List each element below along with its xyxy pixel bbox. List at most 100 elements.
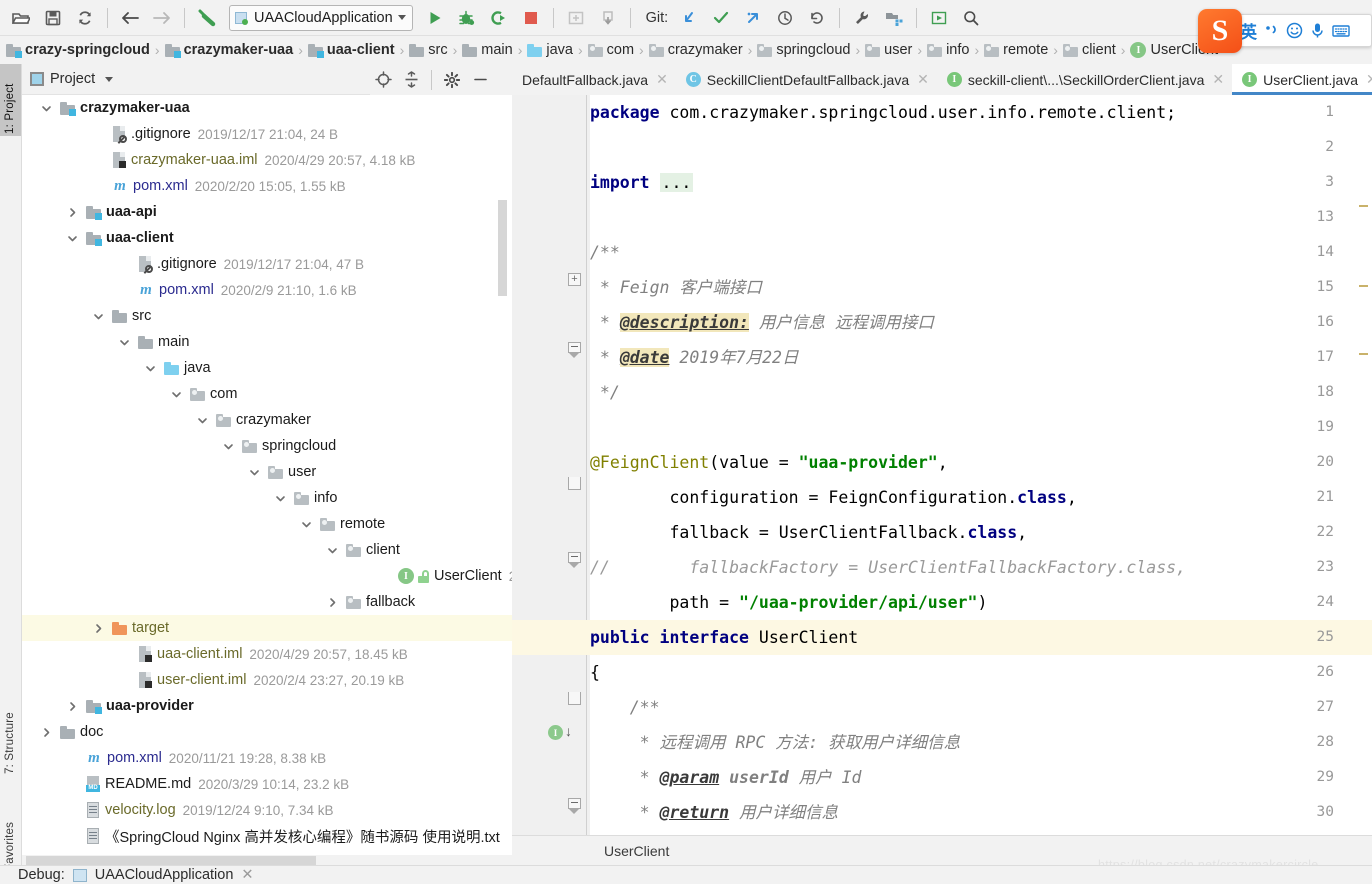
code-line[interactable]: @FeignClient(value = "uaa-provider",: [590, 445, 1372, 480]
chevron-down-icon[interactable]: [196, 414, 209, 427]
breadcrumb-item-info[interactable]: info: [927, 42, 969, 58]
fold-collapse-icon[interactable]: [568, 342, 581, 359]
forward-icon[interactable]: [147, 4, 177, 32]
sidebar-item-structure[interactable]: 7: Structure: [0, 684, 21, 776]
tree-row[interactable]: fallback: [22, 589, 512, 615]
voice-input-icon[interactable]: [1310, 22, 1325, 39]
sogou-ime-toolbar[interactable]: S 英: [1198, 9, 1372, 53]
code-line[interactable]: /**: [590, 235, 1372, 270]
build-project-icon[interactable]: [561, 4, 591, 32]
stripe-marker[interactable]: [1359, 353, 1368, 355]
tree-row[interactable]: src: [22, 303, 512, 329]
build-icon[interactable]: [192, 4, 222, 32]
tree-row[interactable]: target: [22, 615, 512, 641]
code-line[interactable]: // fallbackFactory = UserClientFallbackF…: [590, 550, 1372, 585]
search-everywhere-icon[interactable]: [956, 4, 986, 32]
git-commit-icon[interactable]: [706, 4, 736, 32]
tree-row[interactable]: info: [22, 485, 512, 511]
code-line[interactable]: * 远程调用 RPC 方法: 获取用户详细信息: [590, 725, 1372, 760]
tree-row[interactable]: crazymaker-uaa.iml 2020/4/29 20:57, 4.18 …: [22, 147, 512, 173]
code-line[interactable]: path = "/uaa-provider/api/user"): [590, 585, 1372, 620]
code-line[interactable]: public interface UserClient: [590, 620, 1372, 655]
project-tree-scrollbar[interactable]: [497, 199, 508, 297]
tree-row[interactable]: doc: [22, 719, 512, 745]
editor-tab-seckill-client-seckillorderclient-java[interactable]: Iseckill-client\...\SeckillOrderClient.j…: [937, 64, 1232, 95]
code-line[interactable]: * @param userId 用户 Id: [590, 760, 1372, 795]
code-line[interactable]: [590, 130, 1372, 165]
breadcrumb-item-client[interactable]: client: [1062, 42, 1116, 58]
debug-icon[interactable]: [452, 4, 482, 32]
breadcrumb-item-main[interactable]: main: [462, 42, 513, 58]
code-line[interactable]: [590, 410, 1372, 445]
code-line[interactable]: fallback = UserClientFallback.class,: [590, 515, 1372, 550]
code-line[interactable]: import ...: [590, 165, 1372, 200]
open-folder-icon[interactable]: [6, 4, 36, 32]
settings-wrench-icon[interactable]: [847, 4, 877, 32]
stop-icon[interactable]: [516, 4, 546, 32]
sync-icon[interactable]: [70, 4, 100, 32]
code-line[interactable]: /**: [590, 690, 1372, 725]
tree-row[interactable]: velocity.log 2019/12/24 9:10, 7.34 kB: [22, 797, 512, 823]
fold-end-icon-2[interactable]: [568, 692, 581, 705]
tree-row[interactable]: com: [22, 381, 512, 407]
stripe-marker[interactable]: [1359, 285, 1368, 287]
tree-row[interactable]: uaa-api: [22, 199, 512, 225]
tree-row[interactable]: uaa-client: [22, 225, 512, 251]
breadcrumb-item-crazymaker[interactable]: crazymaker: [648, 42, 743, 58]
tree-row[interactable]: main: [22, 329, 512, 355]
tree-row[interactable]: crazymaker-uaa: [22, 95, 512, 121]
chevron-down-icon[interactable]: [66, 232, 79, 245]
sogou-logo-icon[interactable]: S: [1198, 9, 1242, 53]
breadcrumb-item-com[interactable]: com: [587, 42, 634, 58]
breadcrumb-item-uaa-client[interactable]: uaa-client: [307, 42, 395, 58]
tree-row[interactable]: uaa-client.iml 2020/4/29 20:57, 18.45 kB: [22, 641, 512, 667]
git-history-icon[interactable]: [770, 4, 800, 32]
chevron-down-icon[interactable]: [248, 466, 261, 479]
code-editor[interactable]: + I ↓ package com.crazymaker.springcloud…: [512, 95, 1372, 835]
code-line[interactable]: {: [590, 655, 1372, 690]
breadcrumb-item-springcloud[interactable]: springcloud: [757, 42, 851, 58]
tree-row[interactable]: user: [22, 459, 512, 485]
tree-row[interactable]: 《SpringCloud Nginx 高并发核心编程》随书源码 使用说明.txt: [22, 823, 512, 849]
tree-row[interactable]: client: [22, 537, 512, 563]
code-line[interactable]: */: [590, 375, 1372, 410]
chevron-down-icon[interactable]: [170, 388, 183, 401]
back-icon[interactable]: [115, 4, 145, 32]
ime-mode-label[interactable]: 英: [1240, 18, 1257, 43]
locate-icon[interactable]: [370, 67, 396, 93]
editor-gutter[interactable]: [512, 95, 590, 835]
punctuation-toggle-icon[interactable]: [1264, 23, 1279, 38]
chevron-right-icon[interactable]: [66, 700, 79, 713]
fold-collapse-icon-3[interactable]: [568, 798, 581, 815]
close-icon[interactable]: ✕: [1366, 71, 1372, 88]
fold-expand-icon[interactable]: +: [568, 273, 581, 286]
sidebar-item-favorites[interactable]: Favorites: [0, 799, 21, 873]
code-line[interactable]: * @description: 用户信息 远程调用接口: [590, 305, 1372, 340]
code-line[interactable]: * @return 用户详细信息: [590, 795, 1372, 830]
editor-tab-seckillclientdefaultfallback-java[interactable]: C SeckillClientDefaultFallback.java ✕: [676, 64, 937, 95]
breadcrumb-item-crazy-springcloud[interactable]: crazy-springcloud: [6, 42, 150, 58]
tree-row[interactable]: m pom.xml 2020/11/21 19:28, 8.38 kB: [22, 745, 512, 771]
chevron-right-icon[interactable]: [92, 622, 105, 635]
project-tree[interactable]: crazymaker-uaa .gitignore 2019/12/17 21:04…: [22, 95, 512, 855]
run-configuration-selector[interactable]: UAACloudApplication: [229, 4, 413, 31]
save-all-icon[interactable]: [38, 4, 68, 32]
breadcrumb-item-user[interactable]: user: [865, 42, 912, 58]
close-icon[interactable]: ✕: [1212, 71, 1224, 88]
chevron-down-icon[interactable]: [144, 362, 157, 375]
close-icon[interactable]: ✕: [656, 71, 668, 88]
chevron-down-icon[interactable]: [105, 76, 114, 82]
code-line[interactable]: * @date 2019年7月22日: [590, 340, 1372, 375]
settings-gear-icon[interactable]: [439, 67, 465, 93]
close-icon[interactable]: ✕: [241, 867, 253, 883]
tree-row[interactable]: .gitignore 2019/12/17 21:04, 24 B: [22, 121, 512, 147]
tree-row[interactable]: uaa-provider: [22, 693, 512, 719]
git-rollback-icon[interactable]: [802, 4, 832, 32]
code-line[interactable]: [590, 200, 1372, 235]
tree-row[interactable]: m pom.xml 2020/2/20 15:05, 1.55 kB: [22, 173, 512, 199]
fold-collapse-icon-2[interactable]: [568, 552, 581, 569]
soft-keyboard-icon[interactable]: [1332, 24, 1350, 38]
update-project-icon[interactable]: [593, 4, 623, 32]
git-push-icon[interactable]: [738, 4, 768, 32]
tree-row[interactable]: m pom.xml 2020/2/9 21:10, 1.6 kB: [22, 277, 512, 303]
